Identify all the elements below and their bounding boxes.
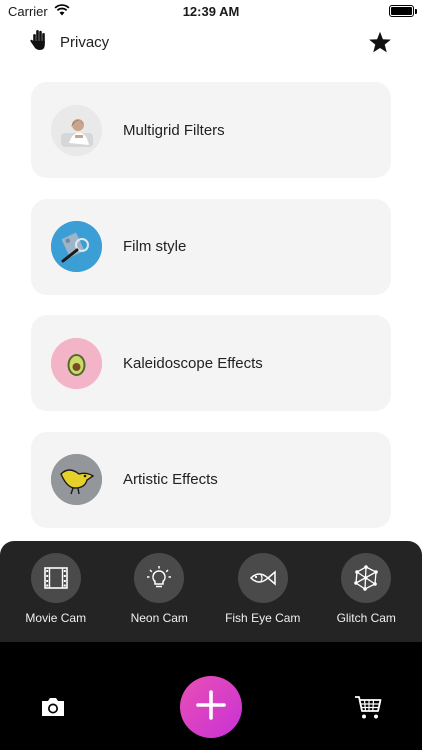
neon-cam-button[interactable]: Neon Cam — [109, 553, 209, 642]
movie-cam-button[interactable]: Movie Cam — [6, 553, 106, 642]
cam-label: Neon Cam — [130, 611, 188, 625]
card-multigrid-filters[interactable]: Multigrid Filters — [31, 82, 391, 178]
card-title: Film style — [123, 238, 187, 255]
bird-drawing-thumbnail — [51, 454, 102, 505]
battery-icon — [389, 5, 417, 17]
network-icon — [341, 553, 392, 603]
card-title: Multigrid Filters — [123, 121, 225, 139]
glitch-cam-button[interactable]: Glitch Cam — [316, 553, 416, 642]
carrier-label: Carrier — [8, 3, 48, 19]
fish-eye-cam-button[interactable]: Fish Eye Cam — [213, 553, 313, 642]
camera-icon[interactable] — [40, 696, 66, 718]
cam-label: Movie Cam — [25, 611, 87, 625]
card-artistic-effects[interactable]: Artistic Effects — [31, 431, 391, 528]
film-icon — [30, 553, 81, 603]
bottom-bar — [0, 642, 422, 750]
lightbulb-icon — [134, 553, 185, 603]
avocado-photo-thumbnail — [51, 337, 102, 389]
header: Privacy — [0, 28, 422, 56]
wifi-icon — [54, 3, 70, 19]
status-left: Carrier — [8, 4, 70, 19]
star-icon[interactable] — [368, 31, 392, 54]
effects-list: Multigrid Filters Film style Kaleidoscop… — [31, 82, 391, 548]
woman-photo-thumbnail — [51, 104, 102, 156]
fish-icon — [237, 553, 288, 603]
plus-icon — [196, 689, 226, 725]
status-bar: Carrier 12:39 AM — [0, 0, 422, 22]
card-kaleidoscope-effects[interactable]: Kaleidoscope Effects — [31, 315, 391, 411]
cam-label: Fish Eye Cam — [225, 611, 301, 625]
add-button[interactable] — [180, 676, 242, 738]
privacy-link[interactable]: Privacy — [30, 29, 109, 55]
privacy-label: Privacy — [60, 33, 110, 51]
magnifier-photo-thumbnail — [51, 221, 102, 272]
cam-label: Glitch Cam — [336, 611, 396, 625]
card-film-style[interactable]: Film style — [31, 198, 391, 295]
hand-icon — [30, 29, 48, 55]
cart-icon[interactable] — [354, 694, 382, 720]
camera-mode-panel: Movie Cam Neon Cam Fish Eye Cam Glitch C… — [0, 541, 422, 642]
card-title: Artistic Effects — [123, 471, 218, 488]
card-title: Kaleidoscope Effects — [123, 354, 263, 372]
